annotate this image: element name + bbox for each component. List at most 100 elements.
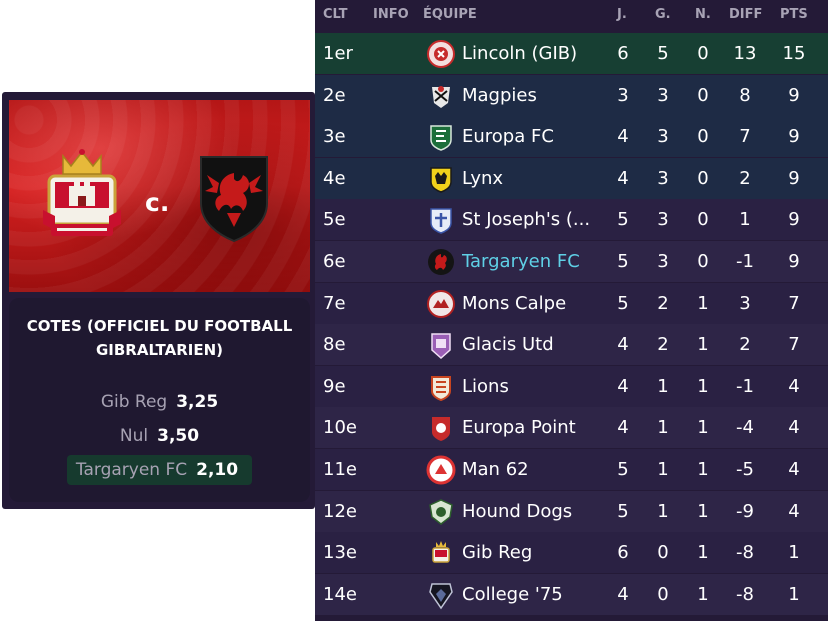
odds-panel: COTES (OFFICIEL DU FOOTBALL GIBRALTARIEN… <box>9 298 310 502</box>
table-row[interactable]: 11e Man 62 5 1 1 -5 4 <box>315 449 828 490</box>
team-name-link[interactable]: Magpies <box>462 75 612 116</box>
drawn-cell: 0 <box>697 209 709 231</box>
played-cell: 5 <box>617 209 629 231</box>
drawn-cell: 1 <box>697 583 709 605</box>
league-table: CLT INFO ÉQUIPE J. G. N. DIFF PTS 1er Lin… <box>315 0 828 621</box>
college-75-crest-icon <box>426 580 456 610</box>
table-row[interactable]: 8e Glacis Utd 4 2 1 2 7 <box>315 324 828 366</box>
position-cell: 7e <box>323 292 346 314</box>
team-name-link[interactable]: Lynx <box>462 158 612 199</box>
position-cell: 8e <box>323 334 346 356</box>
table-row[interactable]: 5e St Joseph's (... 5 3 0 1 9 <box>315 199 828 241</box>
team-name-link[interactable]: Targaryen FC <box>462 241 612 282</box>
team-name-link[interactable]: Glacis Utd <box>462 324 612 365</box>
won-cell: 1 <box>657 459 669 480</box>
odds-row-draw[interactable]: Nul 3,50 <box>9 421 310 451</box>
goal-diff-cell: -9 <box>736 500 754 522</box>
team-name-link[interactable]: College '75 <box>462 574 612 615</box>
goal-diff-cell: 8 <box>739 84 751 106</box>
header-goal-diff[interactable]: DIFF <box>729 7 762 22</box>
man-62-crest-icon <box>426 455 456 485</box>
magpies-crest-icon <box>426 81 456 111</box>
odds-label: Nul <box>119 426 149 446</box>
header-info[interactable]: INFO <box>373 7 409 22</box>
team-name-link[interactable]: Europa FC <box>462 116 612 157</box>
position-cell: 11e <box>323 459 357 480</box>
match-banner: c. <box>9 100 310 292</box>
lynx-crest-icon <box>426 164 456 194</box>
team-name-link[interactable]: Gib Reg <box>462 532 612 573</box>
table-row[interactable]: 2e Magpies 3 3 0 8 9 <box>315 74 828 116</box>
drawn-cell: 1 <box>697 542 709 564</box>
points-cell: 1 <box>788 542 800 564</box>
won-cell: 5 <box>657 43 669 64</box>
points-cell: 4 <box>788 500 800 522</box>
team-name-link[interactable]: St Joseph's (... <box>462 199 612 240</box>
odds-value: 2,10 <box>196 460 239 480</box>
played-cell: 6 <box>617 43 629 64</box>
goal-diff-cell: 1 <box>739 209 751 231</box>
won-cell: 1 <box>657 500 669 522</box>
hound-dogs-crest-icon <box>426 497 456 527</box>
drawn-cell: 1 <box>697 417 709 439</box>
odds-row-home[interactable]: Gib Reg 3,25 <box>9 387 310 417</box>
odds-row-away[interactable]: Targaryen FC 2,10 <box>9 455 310 485</box>
played-cell: 4 <box>617 583 629 605</box>
favourite-odds-pill: Targaryen FC 2,10 <box>66 455 253 485</box>
odds-value: 3,25 <box>176 392 219 412</box>
header-team[interactable]: ÉQUIPE <box>423 7 477 22</box>
drawn-cell: 1 <box>697 334 709 356</box>
table-row[interactable]: 10e Europa Point 4 1 1 -4 4 <box>315 407 828 449</box>
won-cell: 1 <box>657 417 669 439</box>
position-cell: 13e <box>323 542 357 564</box>
goal-diff-cell: -1 <box>736 251 754 272</box>
table-header: CLT INFO ÉQUIPE J. G. N. DIFF PTS <box>315 0 828 32</box>
drawn-cell: 0 <box>697 43 709 64</box>
goal-diff-cell: 7 <box>739 126 751 148</box>
drawn-cell: 0 <box>697 251 709 272</box>
header-won[interactable]: G. <box>655 7 671 22</box>
table-row[interactable]: 6e Targaryen FC 5 3 0 -1 9 <box>315 241 828 282</box>
team-name-link[interactable]: Hound Dogs <box>462 491 612 532</box>
header-points[interactable]: PTS <box>780 7 808 22</box>
table-row[interactable]: 1er Lincoln (GIB) 6 5 0 13 15 <box>315 33 828 74</box>
points-cell: 9 <box>788 84 800 106</box>
drawn-cell: 1 <box>697 292 709 314</box>
header-drawn[interactable]: N. <box>695 7 711 22</box>
position-cell: 9e <box>323 375 346 397</box>
table-row[interactable]: 3e Europa FC 4 3 0 7 9 <box>315 116 828 158</box>
table-row[interactable]: 13e Gib Reg 6 0 1 -8 1 <box>315 532 828 574</box>
points-cell: 4 <box>788 375 800 397</box>
header-pos[interactable]: CLT <box>323 7 348 22</box>
goal-diff-cell: -5 <box>736 459 754 480</box>
table-row[interactable]: 12e Hound Dogs 5 1 1 -9 4 <box>315 490 828 532</box>
points-cell: 9 <box>788 126 800 148</box>
lions-crest-icon <box>426 372 456 402</box>
team-name-link[interactable]: Europa Point <box>462 407 612 448</box>
goal-diff-cell: 3 <box>739 292 751 314</box>
odds-label: Targaryen FC <box>75 460 188 480</box>
drawn-cell: 1 <box>697 459 709 480</box>
goal-diff-cell: 13 <box>733 43 757 64</box>
team-name-link[interactable]: Mons Calpe <box>462 283 612 324</box>
header-played[interactable]: J. <box>617 7 627 22</box>
won-cell: 3 <box>657 209 669 231</box>
table-row[interactable]: 14e College '75 4 0 1 -8 1 <box>315 573 828 615</box>
table-row[interactable]: 7e Mons Calpe 5 2 1 3 7 <box>315 282 828 324</box>
goal-diff-cell: 2 <box>739 167 751 189</box>
team-name-link[interactable]: Man 62 <box>462 449 612 490</box>
position-cell: 1er <box>323 43 353 64</box>
table-row[interactable]: 9e Lions 4 1 1 -1 4 <box>315 365 828 407</box>
position-cell: 5e <box>323 209 346 231</box>
team-name-link[interactable]: Lions <box>462 366 612 407</box>
europa-fc-crest-icon <box>426 122 456 152</box>
position-cell: 10e <box>323 417 357 439</box>
table-row[interactable]: 4e Lynx 4 3 0 2 9 <box>315 157 828 199</box>
drawn-cell: 0 <box>697 84 709 106</box>
team-name-link[interactable]: Lincoln (GIB) <box>462 33 612 74</box>
played-cell: 5 <box>617 292 629 314</box>
won-cell: 0 <box>657 583 669 605</box>
played-cell: 4 <box>617 126 629 148</box>
targaryen-crest-icon <box>426 247 456 277</box>
match-odds-card: c. COTES (OFFICIEL DU FOOTBALL GIBRALTAR… <box>2 92 315 509</box>
